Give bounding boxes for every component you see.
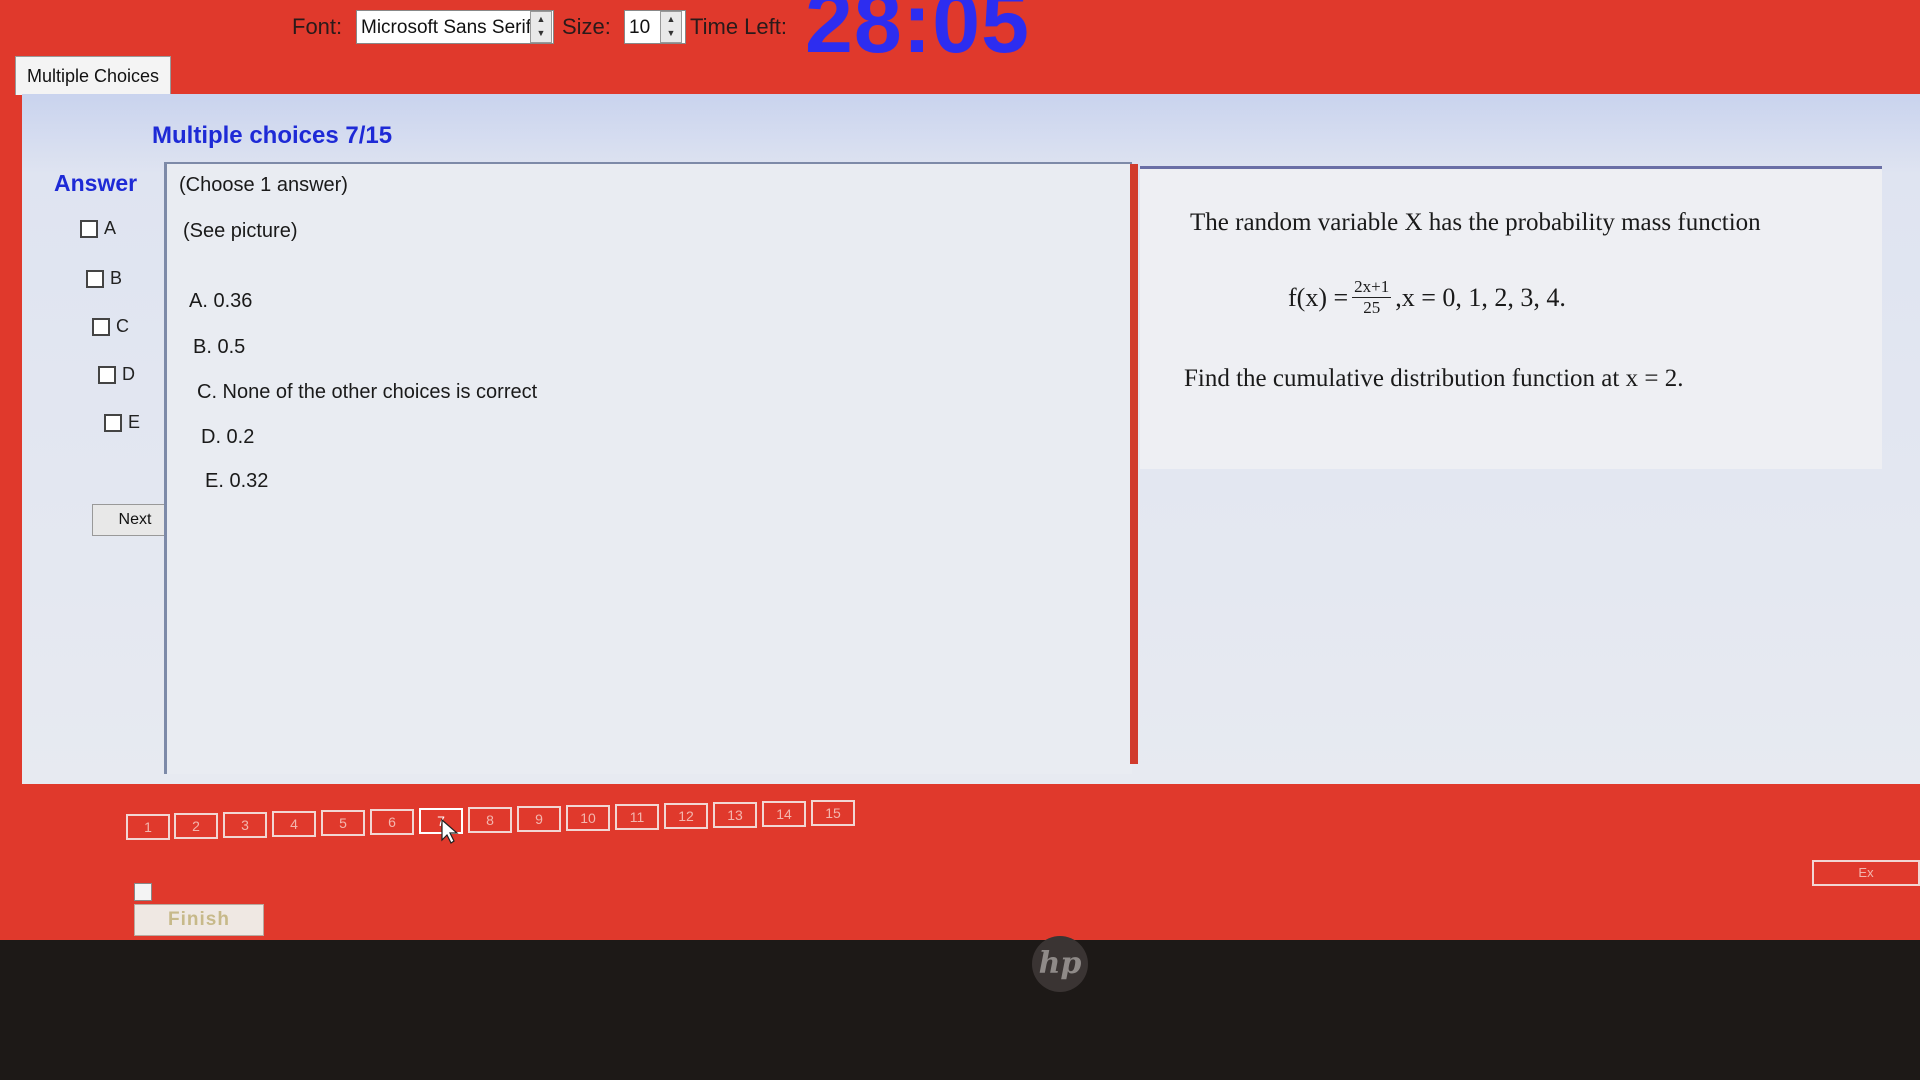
size-label: Size: — [562, 14, 611, 39]
page-button-14[interactable]: 14 — [762, 801, 806, 827]
answer-checkbox-b[interactable]: B — [86, 268, 122, 289]
question-panel: Multiple choices 7/15 Answer A B C D E N… — [22, 94, 1920, 784]
answer-option-label: D — [122, 364, 135, 384]
page-button-6[interactable]: 6 — [370, 809, 414, 835]
answer-option-label: B — [110, 268, 123, 288]
font-spin-icon[interactable]: ▲ ▼ — [530, 11, 552, 43]
answer-checkbox-d[interactable]: D — [98, 364, 135, 385]
page-button-11[interactable]: 11 — [615, 804, 659, 830]
checkbox-icon[interactable] — [92, 317, 110, 336]
page-button-4[interactable]: 4 — [272, 811, 316, 837]
formula-denominator: 25 — [1363, 298, 1381, 317]
time-left-label: Time Left: — [690, 14, 787, 39]
page-button-1[interactable]: 1 — [126, 814, 170, 840]
page-button-8[interactable]: 8 — [468, 807, 512, 833]
page-button-13[interactable]: 13 — [713, 802, 757, 828]
choice-item-a: A. 0.36 — [189, 290, 253, 312]
panel-divider — [1130, 164, 1138, 764]
choices-box: (Choose 1 answer) (See picture) A. 0.36 … — [164, 162, 1132, 774]
formula-lhs: f(x) = — [1288, 282, 1349, 312]
page-button-3[interactable]: 3 — [223, 812, 267, 838]
font-label: Font: — [292, 14, 343, 39]
formula-numerator: 2x+1 — [1352, 277, 1392, 298]
monitor-bezel — [0, 940, 1920, 1080]
choice-item-e: E. 0.32 — [205, 470, 269, 492]
checkbox-icon[interactable] — [104, 413, 122, 432]
answer-checkbox-e[interactable]: E — [104, 412, 140, 433]
page-button-2[interactable]: 2 — [174, 813, 218, 839]
page-button-15[interactable]: 15 — [811, 800, 855, 826]
font-select[interactable]: Microsoft Sans Serif — [356, 10, 554, 44]
answer-option-label: C — [116, 316, 129, 336]
checkbox-icon[interactable] — [80, 219, 98, 238]
checkbox-icon[interactable] — [98, 365, 116, 384]
page-button-5[interactable]: 5 — [321, 810, 365, 836]
tab-multiple-choices[interactable]: Multiple Choices — [15, 56, 171, 95]
answer-option-label: E — [128, 412, 141, 432]
choice-item-c: C. None of the other choices is correct — [197, 381, 538, 403]
choice-item-b: B. 0.5 — [193, 336, 246, 358]
question-text: The random variable X has the probabilit… — [1190, 209, 1761, 236]
page-button-10[interactable]: 10 — [566, 805, 610, 831]
choices-note: (See picture) — [183, 220, 298, 242]
answer-checkbox-c[interactable]: C — [92, 316, 129, 337]
page-button-12[interactable]: 12 — [664, 803, 708, 829]
choice-item-d: D. 0.2 — [201, 426, 255, 448]
page-button-9[interactable]: 9 — [517, 806, 561, 832]
finish-button[interactable]: Finish — [134, 904, 264, 936]
choices-instruction: (Choose 1 answer) — [179, 174, 348, 196]
answer-title: Answer — [54, 170, 138, 196]
size-spin-icon[interactable]: ▲ ▼ — [660, 11, 682, 43]
page-title: Multiple choices 7/15 — [152, 122, 393, 149]
checkbox-icon[interactable] — [86, 269, 104, 288]
exit-button[interactable]: Ex — [1812, 860, 1920, 886]
question-formula: f(x) = 2x+1 25 ,x = 0, 1, 2, 3, 4. — [1288, 277, 1566, 318]
question-prompt: Find the cumulative distribution functio… — [1184, 365, 1684, 392]
formula-fraction: 2x+1 25 — [1352, 277, 1392, 318]
answer-checkbox-a[interactable]: A — [80, 218, 116, 239]
exam-window: Font: Microsoft Sans Serif ▲ ▼ Size: 10 ▲… — [0, 0, 1920, 940]
answer-option-label: A — [104, 218, 117, 238]
time-left-value: 28:05 — [805, 0, 1030, 71]
mouse-pointer-icon — [441, 818, 459, 844]
formula-rhs: ,x = 0, 1, 2, 3, 4. — [1395, 282, 1566, 312]
question-picture: The random variable X has the probabilit… — [1140, 166, 1882, 469]
finish-confirm-checkbox[interactable] — [134, 883, 152, 901]
hp-logo-icon: hp — [1032, 936, 1088, 992]
